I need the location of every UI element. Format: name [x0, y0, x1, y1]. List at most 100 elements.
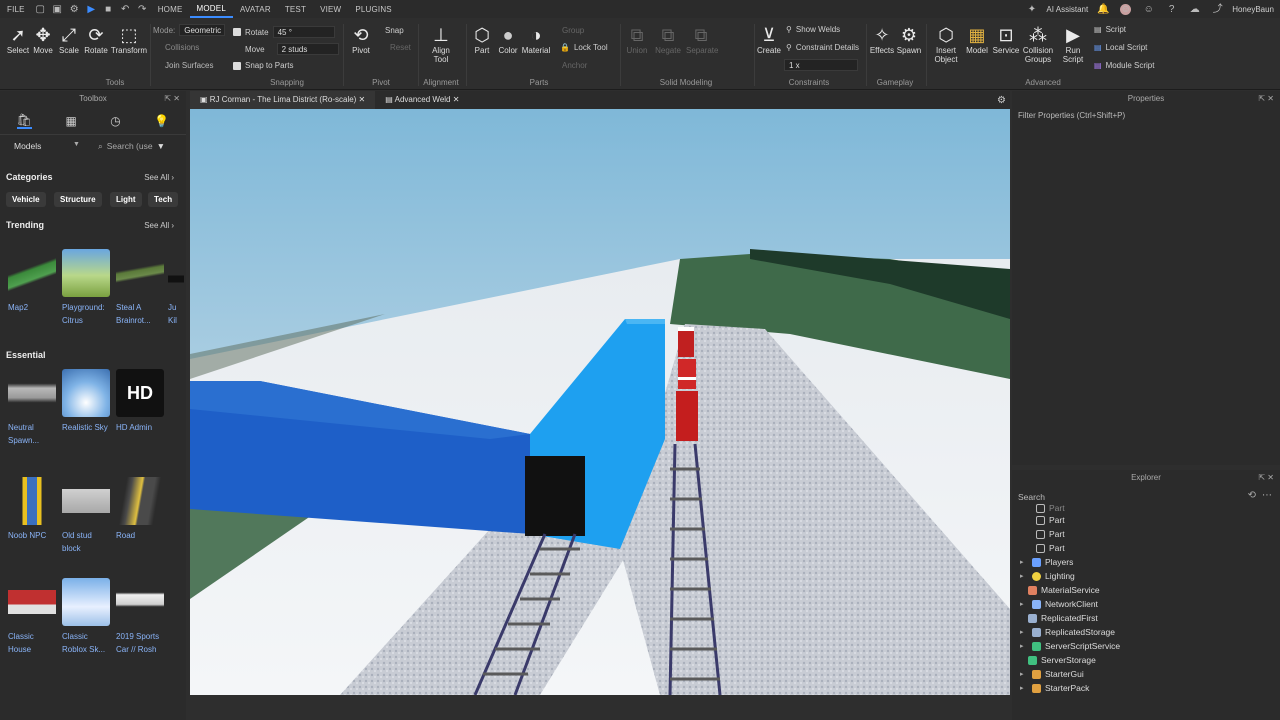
tree-item-lighting[interactable]: ▸ Lighting — [1020, 571, 1075, 581]
constraint-details-button[interactable]: ⚲ Constraint Details — [786, 43, 859, 52]
cloud-icon[interactable]: ☁ — [1189, 4, 1200, 15]
move-tool[interactable]: ✥ Move — [30, 24, 56, 55]
tree-item-part[interactable]: Part — [1036, 503, 1065, 513]
tab-advanced-weld[interactable]: ▤ Advanced Weld ✕ — [375, 91, 469, 109]
bulb-icon[interactable]: 💡 — [154, 114, 169, 128]
tree-item-replicated-first[interactable]: ReplicatedFirst — [1028, 613, 1098, 623]
chevron-right-icon[interactable]: ▸ — [1020, 558, 1028, 566]
tree-item-replicated-storage[interactable]: ▸ ReplicatedStorage — [1020, 627, 1115, 637]
undo-icon[interactable]: ↶ — [120, 4, 131, 15]
asset-item[interactable]: Classic Roblox Sk... — [62, 578, 112, 656]
close-icon[interactable]: ✕ — [356, 95, 366, 104]
chevron-right-icon[interactable]: ▸ — [1020, 572, 1028, 580]
tree-item-part[interactable]: Part — [1036, 515, 1065, 525]
category-tech[interactable]: Tech — [148, 192, 179, 207]
constraint-scale-input[interactable]: 1 x — [784, 59, 858, 71]
asset-item[interactable]: Road — [116, 477, 166, 542]
menu-test[interactable]: TEST — [278, 5, 313, 14]
tree-item-starter-pack[interactable]: ▸ StarterPack — [1020, 683, 1089, 693]
rotate-tool[interactable]: ⟳ Rotate — [82, 24, 110, 55]
anchor-button[interactable]: Anchor — [562, 61, 587, 70]
clock-icon[interactable]: ◷ — [110, 114, 120, 128]
see-all-categories[interactable]: See All › — [144, 173, 174, 182]
chevron-right-icon[interactable]: ▸ — [1020, 628, 1028, 636]
more-icon[interactable]: ⋯ — [1262, 490, 1272, 501]
tree-item-part[interactable]: Part — [1036, 543, 1065, 553]
play-icon[interactable]: ▶ — [86, 4, 97, 15]
category-light[interactable]: Light — [110, 192, 142, 207]
menu-home[interactable]: HOME — [151, 5, 190, 14]
asset-item[interactable]: Ju Kil — [168, 249, 184, 327]
grid-icon[interactable]: ▦ — [65, 114, 76, 128]
asset-item[interactable]: Steal A Brainrot... — [116, 249, 166, 327]
pivot-reset-button[interactable]: Reset — [390, 43, 411, 52]
pivot-snap-button[interactable]: Snap — [385, 26, 404, 35]
color-button[interactable]: ● Color — [496, 24, 520, 55]
explorer-search-input[interactable]: Search — [1018, 492, 1045, 502]
insert-object-button[interactable]: ⬡ Insert Object — [930, 24, 962, 64]
ai-assistant-icon[interactable]: ✦ — [1026, 4, 1037, 15]
service-button[interactable]: ⊡ Service — [990, 24, 1022, 55]
toolbox-search[interactable]: ⌕ Search (use ▼ — [98, 141, 165, 152]
tree-item-players[interactable]: ▸ Players — [1020, 557, 1073, 567]
snap-to-parts-checkbox[interactable] — [233, 61, 241, 70]
mode-select[interactable]: Geometric — [179, 24, 226, 36]
users-icon[interactable]: ☺ — [1143, 4, 1154, 15]
asset-item[interactable]: 2019 Sports Car // Rosh — [116, 578, 166, 656]
transform-tool[interactable]: ⬚ Transform — [110, 24, 148, 55]
asset-item[interactable]: Neutral Spawn... — [8, 369, 58, 447]
notification-icon[interactable]: 🔔 — [1097, 4, 1109, 15]
ai-assistant-button[interactable]: AI Assistant — [1046, 5, 1088, 14]
join-surfaces-toggle[interactable]: Join Surfaces — [165, 61, 213, 70]
asset-item[interactable]: Map2 — [8, 249, 58, 314]
union-button[interactable]: ⧉ Union — [624, 24, 650, 55]
stop-icon[interactable]: ■ — [103, 4, 114, 15]
effects-button[interactable]: ✧ Effects — [868, 24, 896, 55]
category-structure[interactable]: Structure — [54, 192, 102, 207]
asset-item[interactable]: Old stud block — [62, 477, 112, 555]
chevron-down-icon[interactable]: ▼ — [73, 141, 80, 148]
chevron-right-icon[interactable]: ▸ — [1020, 600, 1028, 608]
model-button[interactable]: ▦ Model — [964, 24, 990, 55]
lock-tool-button[interactable]: 🔒 Lock Tool — [560, 43, 608, 52]
negate-button[interactable]: ⧉ Negate — [652, 24, 684, 55]
part-button[interactable]: ⬡ Part — [470, 24, 494, 55]
file-icon[interactable]: ▢ — [35, 4, 46, 15]
rotate-snap-input[interactable]: 45 ° — [272, 26, 335, 38]
asset-item[interactable]: Playground: Citrus — [62, 249, 112, 327]
close-icon[interactable]: ⇱ ✕ — [164, 91, 180, 107]
local-script-button[interactable]: ▤ Local Script — [1094, 43, 1147, 52]
filter-icon[interactable]: ▼ — [157, 141, 165, 152]
script-button[interactable]: ▤ Script — [1094, 25, 1126, 34]
gear-icon[interactable]: ⚙ — [997, 95, 1006, 106]
help-icon[interactable]: ? — [1166, 4, 1177, 15]
tree-item-server-script-service[interactable]: ▸ ServerScriptService — [1020, 641, 1120, 651]
menu-file[interactable]: FILE — [0, 5, 32, 14]
3d-viewport[interactable] — [190, 109, 1010, 695]
menu-model[interactable]: MODEL — [189, 0, 233, 18]
tree-item-network-client[interactable]: ▸ NetworkClient — [1020, 599, 1098, 609]
properties-filter-input[interactable]: Filter Properties (Ctrl+Shift+P) — [1012, 107, 1280, 124]
history-icon[interactable]: ⟲ — [1248, 490, 1256, 501]
category-vehicle[interactable]: Vehicle — [6, 192, 46, 207]
run-script-button[interactable]: ▶ Run Script — [1058, 24, 1088, 64]
close-icon[interactable]: ⇱ ✕ — [1258, 91, 1274, 107]
move-snap-input[interactable]: 2 studs — [276, 43, 339, 55]
tree-item-part[interactable]: Part — [1036, 529, 1065, 539]
see-all-trending[interactable]: See All › — [144, 221, 174, 230]
bag-icon[interactable]: 🛍 — [16, 113, 32, 129]
chevron-right-icon[interactable]: ▸ — [1020, 684, 1028, 692]
models-dropdown[interactable]: Models — [14, 141, 41, 151]
menu-avatar[interactable]: AVATAR — [233, 5, 278, 14]
separate-button[interactable]: ⧉ Separate — [686, 24, 718, 55]
show-welds-button[interactable]: ⚲ Show Welds — [786, 25, 840, 34]
asset-item[interactable]: Classic House — [8, 578, 58, 656]
rotate-checkbox[interactable] — [233, 28, 241, 36]
menu-plugins[interactable]: PLUGINS — [348, 5, 399, 14]
collision-groups-button[interactable]: ⁂ Collision Groups — [1022, 24, 1054, 64]
create-constraint-button[interactable]: ⊻ Create — [756, 24, 782, 55]
align-tool[interactable]: ⊥ Align Tool — [424, 24, 458, 64]
module-script-button[interactable]: ▤ Module Script — [1094, 61, 1154, 70]
asset-item[interactable]: Realistic Sky — [62, 369, 112, 434]
tree-item-starter-gui[interactable]: ▸ StarterGui — [1020, 669, 1084, 679]
